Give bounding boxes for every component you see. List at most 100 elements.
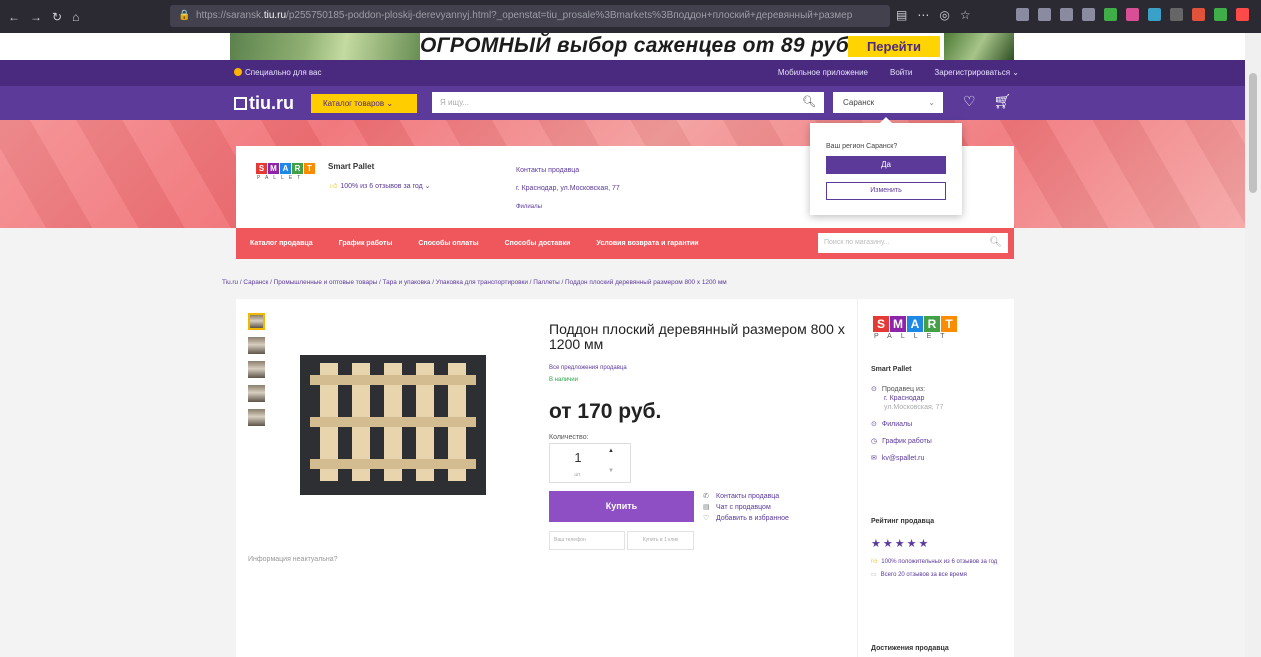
- phone-input[interactable]: Ваш телефон: [549, 531, 625, 550]
- site-logo[interactable]: tiu.ru: [234, 93, 294, 114]
- thumbs-up-icon: 👍︎: [330, 183, 338, 190]
- search-icon[interactable]: 🔍︎: [802, 92, 816, 113]
- city-link[interactable]: г. Краснодар: [871, 394, 943, 403]
- header: tiu.ru Каталог товаров ⌄ Я ищу... 🔍︎ Сара…: [0, 86, 1245, 120]
- chat-link[interactable]: ▤ Чат с продавцом: [703, 502, 789, 513]
- all-offers-link[interactable]: Все предложения продавца: [549, 365, 627, 371]
- extension-icon[interactable]: [1148, 8, 1161, 21]
- thumbnail[interactable]: [248, 337, 265, 354]
- reload-icon[interactable]: ↻: [52, 10, 62, 24]
- address-bar[interactable]: 🔒 https://saransk.tiu.ru/p255750185-podd…: [170, 5, 890, 27]
- menu-item-catalog[interactable]: Каталог продавца: [250, 240, 313, 247]
- breadcrumb[interactable]: Tiu.ru / Саранск / Промышленные и оптовы…: [222, 279, 727, 286]
- thumbnail[interactable]: [248, 361, 265, 378]
- seller-logo-letters: S M A R T: [873, 316, 957, 332]
- shop-search-input[interactable]: Поиск по магазину... 🔍︎: [818, 233, 1008, 253]
- top-links: Мобильное приложение Войти Зарегистриров…: [778, 68, 1019, 77]
- seller-logo[interactable]: S M A R T PALLET: [256, 163, 315, 181]
- phone-icon: ✆: [703, 493, 709, 500]
- seller-reviews[interactable]: 👍︎ 100% из 6 отзывов за год ⌄: [330, 181, 431, 190]
- product-image[interactable]: [300, 355, 486, 495]
- menu-item-schedule[interactable]: График работы: [339, 240, 393, 247]
- contacts-link[interactable]: Контакты продавца: [516, 162, 620, 180]
- seller-logo-letters: S M A R T: [256, 163, 315, 174]
- branches-link[interactable]: Филиалы: [516, 198, 620, 216]
- buy-button[interactable]: Купить: [549, 491, 694, 522]
- chevron-down-icon: ⌄: [386, 99, 394, 108]
- contacts-label: Контакты продавца: [716, 493, 780, 500]
- register-label: Зарегистрироваться: [934, 68, 1011, 77]
- search-input[interactable]: Я ищу... 🔍︎: [432, 92, 824, 113]
- product-action-links: ✆ Контакты продавца ▤ Чат с продавцом ♡ Доб…: [703, 491, 789, 524]
- extension-icon[interactable]: [1126, 8, 1139, 21]
- region-select[interactable]: Саранск ⌄: [833, 92, 943, 113]
- thumbnail[interactable]: [248, 313, 265, 330]
- heart-icon[interactable]: ♡: [963, 93, 976, 110]
- reader-icon[interactable]: ▤: [896, 8, 907, 22]
- favorite-link[interactable]: ♡ Добавить в избранное: [703, 513, 789, 524]
- region-value: Саранск: [843, 98, 875, 107]
- logo-letter: T: [941, 316, 957, 332]
- extension-icon[interactable]: [1170, 8, 1183, 21]
- increment-icon[interactable]: ▲: [608, 448, 614, 454]
- extension-icon[interactable]: [1214, 8, 1227, 21]
- total-reviews-link[interactable]: Всего 20 отзывов за все время: [881, 571, 1001, 580]
- positive-reviews-link[interactable]: 100% положительных из 6 отзывов за год: [881, 558, 1001, 567]
- extension-icon[interactable]: [1104, 8, 1117, 21]
- mobile-app-link[interactable]: Мобильное приложение: [778, 68, 868, 77]
- banner-button[interactable]: Перейти: [848, 36, 940, 57]
- sidebar-seller-name[interactable]: Smart Pallet: [871, 366, 911, 373]
- sidebar-seller-logo[interactable]: S M A R T PALLET: [873, 316, 957, 340]
- email-link[interactable]: kv@spallet.ru: [882, 455, 925, 462]
- thumbnail[interactable]: [248, 409, 265, 426]
- sidebar-icon[interactable]: [1060, 8, 1073, 21]
- seller-sidebar: [857, 299, 1014, 657]
- quantity-value[interactable]: 1: [550, 450, 606, 465]
- catalog-button[interactable]: Каталог товаров ⌄: [311, 94, 417, 113]
- forward-icon[interactable]: →: [30, 10, 42, 24]
- change-region-button[interactable]: Изменить: [826, 182, 946, 200]
- download-icon[interactable]: [1016, 8, 1029, 21]
- quantity-stepper[interactable]: 1 шт. ▲ ▼: [549, 443, 631, 483]
- cart-icon[interactable]: 🛒︎: [994, 93, 1012, 110]
- schedule-link[interactable]: График работы: [882, 438, 932, 445]
- product-title: Поддон плоский деревянный размером 800 х…: [549, 321, 845, 352]
- logo-subtitle: PALLET: [874, 333, 954, 340]
- catalog-label: Каталог товаров: [323, 99, 385, 108]
- search-icon[interactable]: 🔍︎: [989, 233, 1002, 253]
- back-icon[interactable]: ←: [8, 10, 20, 24]
- menu-item-payment[interactable]: Способы оплаты: [418, 240, 478, 247]
- pocket-icon[interactable]: ◎: [939, 8, 949, 22]
- one-click-buy-button[interactable]: Купить в 1 клик: [627, 531, 694, 550]
- register-link[interactable]: Зарегистрироваться ⌄: [934, 68, 1019, 77]
- achievements-title: Достижения продавца: [871, 645, 949, 652]
- thumbnail-list: [248, 313, 265, 426]
- login-link[interactable]: Войти: [890, 68, 912, 77]
- special-offers-link[interactable]: Специально для вас: [234, 68, 321, 77]
- scrollbar-thumb[interactable]: [1249, 73, 1257, 193]
- heart-icon: ♡: [703, 515, 710, 522]
- library-icon[interactable]: [1038, 8, 1051, 21]
- branches-link[interactable]: Филиалы: [882, 421, 912, 428]
- logo-letter: A: [280, 163, 291, 174]
- address-link[interactable]: г. Краснодар, ул.Московская, 77: [516, 180, 620, 198]
- confirm-region-button[interactable]: Да: [826, 156, 946, 174]
- menu-item-returns[interactable]: Условия возврата и гарантии: [596, 240, 698, 247]
- home-icon[interactable]: ⌂: [72, 10, 79, 24]
- contacts-link[interactable]: ✆ Контакты продавца: [703, 491, 789, 502]
- thumbnail[interactable]: [248, 385, 265, 402]
- sidebar-seller-info: ⊙ Продавец из: г. Краснодар ул.Московская…: [871, 385, 943, 463]
- extension-icon[interactable]: [1192, 8, 1205, 21]
- seller-name[interactable]: Smart Pallet: [328, 162, 374, 171]
- decrement-icon[interactable]: ▼: [608, 468, 614, 474]
- menu-item-delivery[interactable]: Способы доставки: [505, 240, 571, 247]
- scrollbar[interactable]: [1245, 33, 1261, 657]
- quantity-unit: шт.: [574, 472, 582, 478]
- extension-icon[interactable]: [1236, 8, 1249, 21]
- lock-icon: 🔒: [178, 10, 191, 21]
- report-info-link[interactable]: Информация неактуальна?: [248, 556, 338, 563]
- bookmark-icon[interactable]: ☆: [960, 8, 971, 22]
- promo-banner[interactable]: ОГРОМНЫЙ выбор саженцев от 89 руб. Перей…: [0, 33, 1245, 60]
- extension-icon[interactable]: [1082, 8, 1095, 21]
- more-icon[interactable]: ⋯: [917, 8, 929, 22]
